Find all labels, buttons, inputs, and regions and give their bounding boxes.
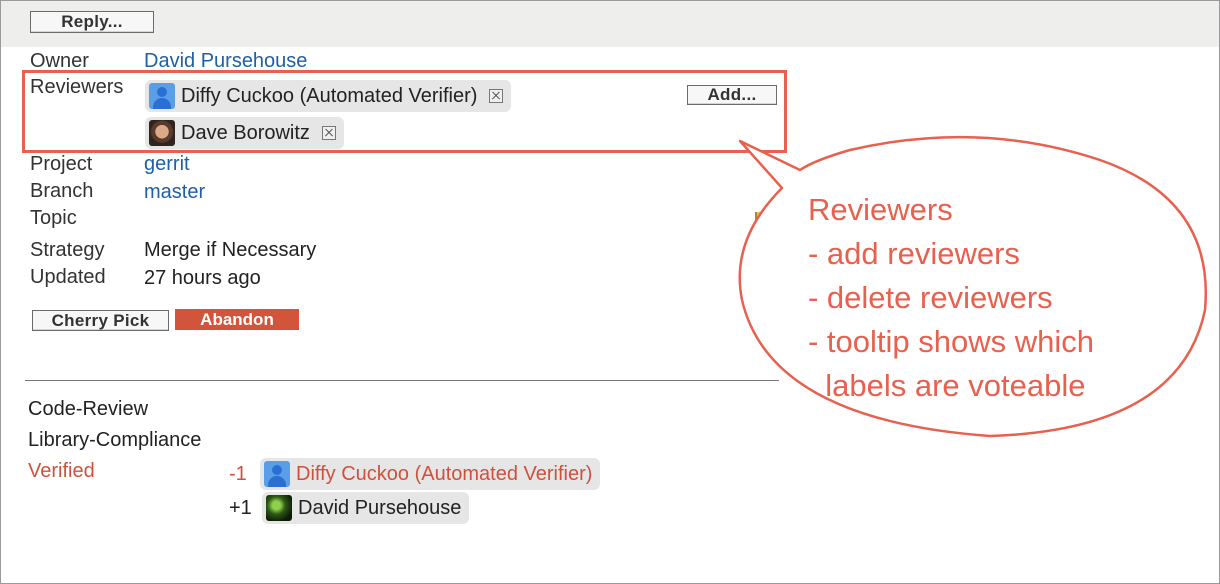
verified-label: Verified (28, 460, 95, 482)
strategy-value: Merge if Necessary (144, 239, 317, 261)
callout-line: Reviewers (808, 192, 953, 227)
voter-chip[interactable]: Diffy Cuckoo (Automated Verifier) (260, 458, 601, 490)
branch-link[interactable]: master (144, 181, 205, 204)
cherry-pick-button[interactable]: Cherry Pick (32, 310, 169, 331)
reviewers-highlight-box (22, 70, 787, 153)
project-link[interactable]: gerrit (144, 153, 190, 176)
branch-label: Branch (30, 180, 94, 202)
user-photo-icon (266, 495, 292, 521)
project-label: Project (30, 153, 93, 175)
callout-line: - delete reviewers (808, 280, 1053, 315)
updated-value: 27 hours ago (144, 267, 261, 289)
updated-label: Updated (30, 266, 106, 288)
callout-line: labels are voteable (808, 368, 1086, 403)
abandon-button[interactable]: Abandon (175, 309, 299, 330)
section-divider (25, 380, 779, 381)
callout-text: Reviewers - add reviewers - delete revie… (808, 188, 1094, 408)
top-toolbar (1, 1, 1219, 47)
callout-line: - tooltip shows which (808, 324, 1095, 359)
vote-score: -1 (229, 463, 247, 485)
topic-label: Topic (30, 207, 77, 229)
code-review-label: Code-Review (28, 398, 149, 420)
library-compliance-label: Library-Compliance (28, 429, 202, 451)
reply-button[interactable]: Reply... (30, 11, 154, 33)
generic-user-icon (264, 461, 290, 487)
voter-name: David Pursehouse (298, 496, 462, 519)
voter-name: Diffy Cuckoo (Automated Verifier) (296, 462, 593, 485)
vote-score: +1 (229, 497, 252, 519)
callout-line: - add reviewers (808, 236, 1020, 271)
edit-topic-icon[interactable] (755, 212, 767, 224)
voter-chip[interactable]: David Pursehouse (262, 492, 470, 524)
strategy-label: Strategy (30, 239, 105, 261)
